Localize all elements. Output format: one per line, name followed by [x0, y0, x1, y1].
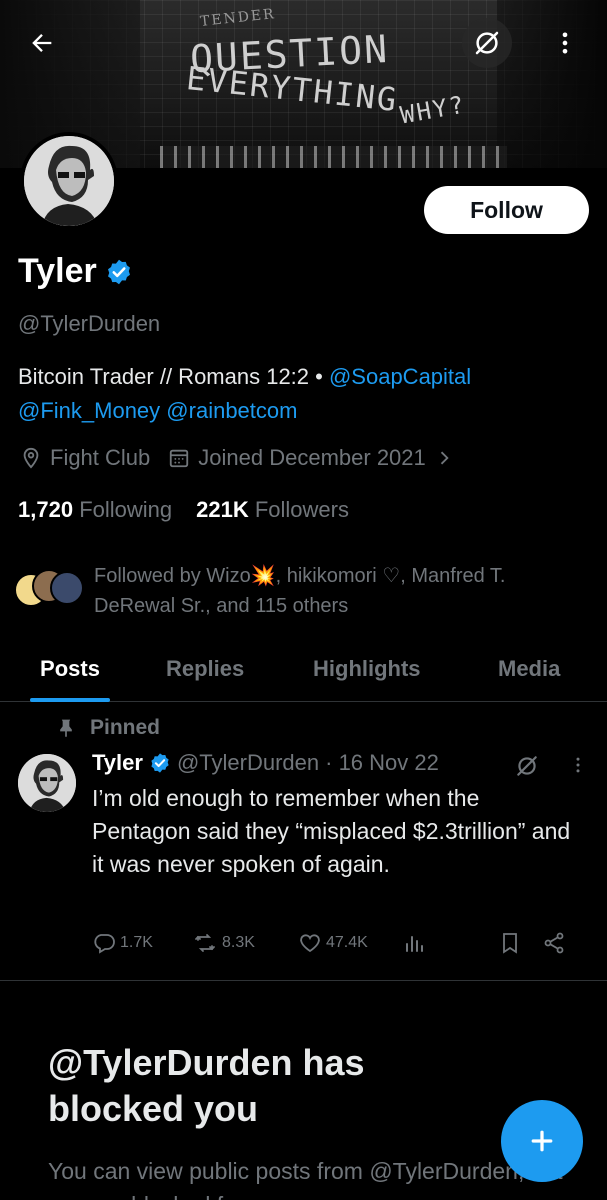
followers-count-link[interactable]: 221K Followers: [196, 497, 349, 523]
follow-counts: 1,720 Following 221K Followers: [18, 497, 349, 523]
following-count: 1,720: [18, 497, 74, 522]
post-more-button[interactable]: [568, 752, 588, 783]
calendar-icon: [170, 449, 189, 468]
bookmark-icon: [503, 933, 517, 954]
tab-highlights[interactable]: Highlights: [313, 640, 421, 702]
post-divider: [0, 980, 607, 981]
grok-button[interactable]: [462, 18, 512, 68]
post-author-avatar[interactable]: [18, 754, 76, 812]
followed-by-row[interactable]: Followed by Wizo💥, hikikomori ♡, Manfred…: [14, 561, 584, 621]
following-label: Following: [79, 497, 173, 522]
bio-link-soapcapital[interactable]: @SoapCapital: [329, 364, 471, 389]
back-button[interactable]: [17, 18, 67, 68]
blocked-title: @TylerDurden has blocked you: [48, 1042, 365, 1129]
bookmark-button[interactable]: [498, 931, 542, 955]
profile-avatar[interactable]: [20, 132, 118, 230]
post-more-vertical-icon: [576, 757, 580, 773]
post-header: Tyler @TylerDurden · 16 Nov 22: [92, 750, 439, 776]
profile-bio: Bitcoin Trader // Romans 12:2 • @SoapCap…: [18, 360, 588, 428]
followed-by-avatars: [14, 569, 84, 609]
pinned-label: Pinned: [90, 716, 161, 739]
reply-icon: [94, 934, 115, 954]
reply-count: 1.7K: [120, 934, 153, 951]
post-avatar-portrait: [18, 754, 76, 812]
post-author-handle: @TylerDurden: [176, 750, 320, 775]
post-text: I’m old enough to remember when the Pent…: [92, 785, 571, 877]
joined-text: Joined December 2021: [198, 445, 426, 470]
chevron-right-icon: [440, 451, 449, 465]
tab-posts-label: Posts: [40, 656, 100, 681]
post-author-name[interactable]: Tyler: [92, 750, 143, 776]
avatar-portrait: [24, 136, 114, 226]
bio-link-rainbetcom[interactable]: @rainbetcom: [166, 398, 297, 423]
profile-handle: @TylerDurden: [18, 311, 161, 336]
heart-icon: [300, 934, 320, 953]
bio-text: Bitcoin Trader // Romans 12:2 •: [18, 364, 329, 389]
following-count-link[interactable]: 1,720 Following: [18, 497, 172, 523]
compose-post-button[interactable]: [501, 1100, 583, 1182]
post-date[interactable]: · 16 Nov 22: [325, 750, 439, 776]
share-button[interactable]: [542, 931, 582, 955]
repost-count: 8.3K: [222, 934, 255, 951]
follow-button[interactable]: Follow: [424, 186, 589, 234]
like-count: 47.4K: [326, 934, 368, 951]
repost-button[interactable]: 8.3K: [192, 931, 298, 955]
tab-media[interactable]: Media: [498, 640, 560, 702]
location-item: Fight Club: [20, 445, 150, 471]
location-text: Fight Club: [50, 445, 151, 470]
post-actions: 1.7K 8.3K 47.4K: [92, 928, 582, 958]
post-verified-badge-icon: [151, 753, 169, 773]
tab-active-indicator: [30, 698, 110, 702]
location-pin-icon: [23, 447, 39, 469]
repost-icon: [195, 934, 215, 952]
grok-icon: [475, 31, 499, 55]
followers-label: Followers: [254, 497, 349, 522]
post-grok-icon: [517, 756, 537, 776]
follower-avatar-3: [50, 571, 84, 605]
arrow-left-icon: [32, 34, 52, 52]
tab-posts[interactable]: Posts: [22, 640, 118, 702]
views-button[interactable]: [402, 931, 498, 955]
post-grok-button[interactable]: [514, 753, 540, 784]
like-button[interactable]: 47.4K: [298, 931, 402, 955]
reply-button[interactable]: 1.7K: [92, 931, 192, 955]
plus-icon: [531, 1130, 553, 1152]
profile-name: Tyler: [18, 252, 97, 290]
bio-link-fink-money[interactable]: @Fink_Money: [18, 398, 160, 423]
pin-icon: [60, 719, 72, 738]
joined-item[interactable]: Joined December 2021: [168, 445, 453, 471]
share-icon: [544, 932, 564, 954]
followers-count: 221K: [196, 497, 249, 522]
more-options-button[interactable]: [540, 18, 590, 68]
banner-railing: [160, 146, 507, 168]
profile-meta: Fight Club Joined December 2021: [20, 445, 472, 471]
profile-name-row: Tyler: [18, 252, 133, 291]
blocked-subtitle: You can view public posts from @TylerDur…: [48, 1158, 563, 1200]
tab-replies[interactable]: Replies: [166, 640, 244, 702]
profile-tabs: Posts Replies Highlights Media: [0, 640, 607, 702]
pinned-indicator: Pinned: [56, 716, 160, 740]
more-vertical-icon: [562, 32, 568, 54]
followed-by-text: Followed by Wizo💥, hikikomori ♡, Manfred…: [94, 565, 506, 617]
verified-badge-icon[interactable]: [105, 258, 133, 286]
views-bar-chart-icon: [406, 936, 423, 952]
